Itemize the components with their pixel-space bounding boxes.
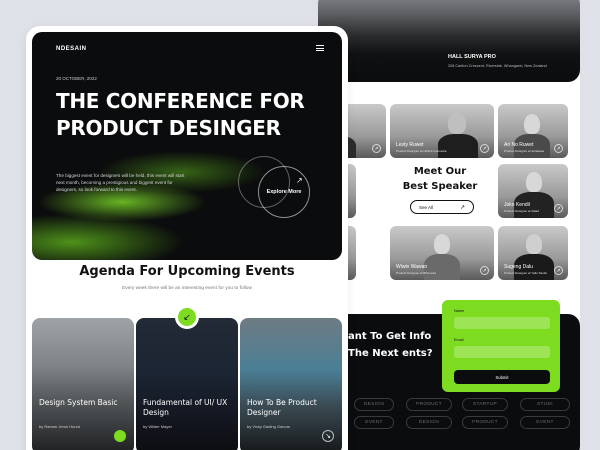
arrow-icon[interactable]: ↗ <box>554 204 563 213</box>
speaker-photo <box>526 234 542 254</box>
event-date: 20 OCTOBER, 2022 <box>56 76 97 81</box>
brand-logo[interactable]: NDESAIN <box>56 46 87 52</box>
speaker-role: Product Designer at Yallo Studio <box>504 271 548 275</box>
arrow-icon[interactable]: ↗ <box>480 266 489 275</box>
tag-chip[interactable]: PRODUCT <box>406 398 452 411</box>
arrow-icon[interactable]: ↗ <box>372 144 381 153</box>
arrow-icon: ↗ <box>296 176 303 185</box>
see-all-label: See All <box>419 204 434 210</box>
hall-address: 206 Carlton Crescent, Riverside, Whangar… <box>448 64 547 68</box>
arrow-down-left-icon[interactable]: ↙ <box>175 305 199 329</box>
speaker-name: Lesty Ruwet <box>396 142 424 148</box>
arrow-icon: ↗ <box>459 204 465 211</box>
hall-banner: HALL SURYA PRO 206 Carlton Crescent, Riv… <box>318 0 580 82</box>
tag-chip[interactable]: EVENT <box>520 416 570 429</box>
name-input[interactable] <box>454 317 550 329</box>
agenda-title: Agenda For Upcoming Events <box>79 264 295 279</box>
conference-page: NDESAIN 20 OCTOBER, 2022 THE CONFERENCE … <box>26 26 348 450</box>
speaker-photo <box>526 172 542 192</box>
tag-chip[interactable]: PRODUCT <box>462 416 508 429</box>
speakers-title: Meet Our Best Speaker <box>402 166 478 192</box>
agenda-subtitle: Every week there will be an interesting … <box>122 286 252 291</box>
newsletter-heading: ant To Get Info The Next ents? <box>348 331 433 359</box>
speaker-photo <box>524 114 540 134</box>
email-input[interactable] <box>454 346 550 358</box>
hero-description: The biggest event for designers will be … <box>56 173 185 192</box>
event-host: by Wilder Mayer <box>143 424 172 429</box>
event-card[interactable]: Fundamental of UI/ UX Design by Wilder M… <box>136 318 238 450</box>
speaker-name: Joko Kendil <box>504 202 530 208</box>
speaker-role: Product Designer at Nolimit Indonesia <box>396 149 447 153</box>
hero-section: NDESAIN 20 OCTOBER, 2022 THE CONFERENCE … <box>32 32 342 260</box>
explore-more-button[interactable]: Explore More <box>258 166 310 218</box>
tag-chip[interactable]: EVENT <box>354 416 394 429</box>
arrow-icon[interactable]: ↘ <box>322 430 334 442</box>
arrow-icon[interactable]: ↗ <box>480 144 489 153</box>
speaker-photo <box>434 234 450 254</box>
speaker-card[interactable]: Wiwin Wawan Product Designer at Bhinneka… <box>390 226 494 280</box>
tag-chip[interactable]: STUDI <box>520 398 570 411</box>
event-title: How To Be Product Designer <box>247 398 317 417</box>
hall-name: HALL SURYA PRO <box>448 54 496 60</box>
tag-chip[interactable]: STARTUP <box>462 398 508 411</box>
signup-form: Name Email Submit <box>442 300 560 392</box>
speaker-name: Ari No Ruwet <box>504 142 534 148</box>
speaker-role: Product Designer at Bhinneka <box>396 271 436 275</box>
speaker-role: Product Designer at Sorakasa <box>504 149 545 153</box>
event-card[interactable]: Design System Basic by Ramon Jerok Hunut… <box>32 318 134 450</box>
tag-chip[interactable]: DESIGN <box>406 416 452 429</box>
event-title: Design System Basic <box>39 398 118 407</box>
submit-button[interactable]: Submit <box>454 370 550 384</box>
menu-icon[interactable] <box>316 45 324 51</box>
hero-title: THE CONFERENCE FOR PRODUCT DESINGER <box>56 89 305 140</box>
event-card[interactable]: How To Be Product Designer by Vicky Gadi… <box>240 318 342 450</box>
see-all-button[interactable]: See All ↗ <box>410 200 474 214</box>
email-label: Email <box>454 338 464 342</box>
speaker-card[interactable]: Joko Kendil Product Designer at Salad ↗ <box>498 164 568 218</box>
speaker-card[interactable]: Ari No Ruwet Product Designer at Sorakas… <box>498 104 568 158</box>
speaker-name: Sugeng Dalu <box>504 264 533 270</box>
arrow-icon[interactable]: ↗ <box>554 266 563 275</box>
event-title: Fundamental of UI/ UX Design <box>143 398 228 417</box>
event-host: by Ramon Jerok Hunut <box>39 424 80 429</box>
speaker-card[interactable]: Sugeng Dalu Product Designer at Yallo St… <box>498 226 568 280</box>
tag-chip[interactable]: DESIGN <box>354 398 394 411</box>
event-host: by Vicky Gading Ganum <box>247 424 291 429</box>
speaker-photo <box>448 112 466 134</box>
arrow-icon[interactable]: ↗ <box>554 144 563 153</box>
speaker-name: Wiwin Wawan <box>396 264 428 270</box>
speaker-card[interactable]: Lesty Ruwet Product Designer at Nolimit … <box>390 104 494 158</box>
explore-more-label: Explore More <box>266 189 302 195</box>
arrow-icon[interactable]: ↘ <box>114 430 126 442</box>
speaker-role: Product Designer at Salad <box>504 209 540 213</box>
name-label: Name <box>454 309 465 313</box>
